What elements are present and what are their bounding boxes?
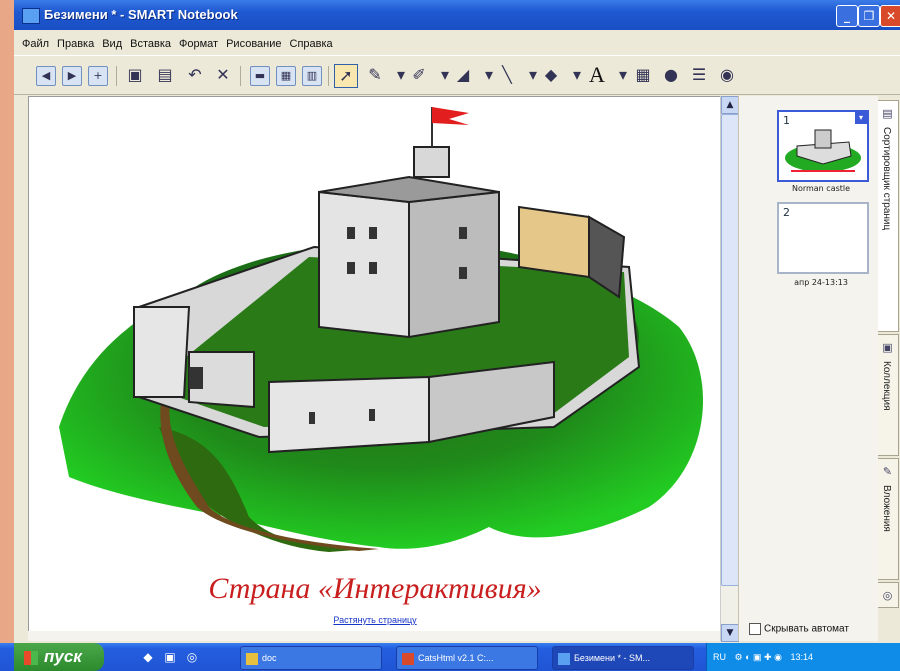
toolbar: ◀ ▶ + ▣ ▤ ↶ ✕ ▬ ▦ ▥ ➚ ✎ ▾ ✐ ▾ ◢ ▾ ╲ ▾ ◆ … [14,55,900,95]
menu-insert[interactable]: Вставка [130,38,171,50]
clock: 13:14 [790,652,813,662]
app-icon [402,652,414,665]
magic-pen-icon[interactable]: ● [660,64,682,86]
scroll-up-icon[interactable]: ▲ [721,96,739,114]
page-thumbnail-2[interactable]: 2 [777,202,869,274]
quicklaunch-icon[interactable]: ▣ [162,649,178,665]
window-title: Безимени * - SMART Notebook [44,7,238,22]
system-tray: RU ⚙ ◐ ▣ ✚ ◉ 13:14 [706,643,900,671]
menu-view[interactable]: Вид [102,38,122,50]
select-arrow-icon[interactable]: ➚ [334,64,358,88]
properties-tab-icon: ◎ [882,589,893,602]
page-thumbnail-1[interactable]: 1 ▾ [777,110,869,182]
paste-icon[interactable]: ▤ [154,64,176,86]
menu-file[interactable]: Файл [22,38,49,50]
task-button[interactable]: doc [240,646,382,670]
minimize-button[interactable]: _ [836,5,858,27]
page-canvas[interactable]: Страна «Интерактивия» Растянуть страницу [28,96,722,633]
creative-pen-icon[interactable]: ✐ [408,64,430,86]
task-button[interactable]: CatsHtml v2.1 C:... [396,646,538,670]
tray-icons[interactable]: ⚙ ◐ ▣ ✚ ◉ [735,652,782,662]
page-sorter-icon: ▤ [882,107,893,120]
autohide-checkbox[interactable]: Скрывать автомат [749,623,849,635]
undo-icon[interactable]: ↶ [184,64,206,86]
text-tool-icon[interactable]: A [586,64,608,86]
screen-capture-icon[interactable]: ▥ [302,66,322,86]
page-thumbnail-caption: Norman castle [791,184,851,193]
more-options-icon[interactable]: ◉ [716,64,738,86]
castle-thumbnail [785,129,861,172]
title-bar[interactable]: Безимени * - SMART Notebook _ ❐ ✕ [14,0,900,30]
properties-icon[interactable]: ☰ [688,64,710,86]
menu-bar: Файл Правка Вид Вставка Формат Рисование Справ… [14,32,900,54]
quicklaunch-icon[interactable]: ◆ [140,649,156,665]
back-icon[interactable]: ◀ [36,66,56,86]
screen-shade-icon[interactable]: ▬ [250,66,270,86]
tab-gallery[interactable]: ▣ Коллекция [878,334,899,456]
maximize-button[interactable]: ❐ [858,5,880,27]
menu-format[interactable]: Формат [179,38,218,50]
text-dropdown-icon[interactable]: ▾ [612,64,634,86]
add-page-icon[interactable]: + [88,66,108,86]
stretch-page-link[interactable]: Растянуть страницу [29,615,721,625]
page-sorter-panel: 1 ▾ Norman castle 2 апр 24-13:13 Скрыват… [738,96,879,641]
gallery-icon: ▣ [882,341,893,354]
scroll-thumb[interactable] [721,114,739,586]
taskbar: пуск ◆ ▣ ◎ doc CatsHtml v2.1 C:... Безим… [0,643,900,671]
start-button[interactable]: пуск [14,643,104,671]
close-button[interactable]: ✕ [880,5,900,27]
page-number: 2 [783,206,790,219]
smart-notebook-window: Безимени * - SMART Notebook _ ❐ ✕ Файл Пр… [14,0,900,643]
page-thumbnail-caption: апр 24-13:13 [794,278,848,287]
canvas-scrollbar[interactable]: ▲ ▼ [720,96,739,642]
page-caption: Страна «Интерактивия» [208,572,542,605]
quicklaunch-icon[interactable]: ◎ [184,649,200,665]
menu-edit[interactable]: Правка [57,38,94,50]
autohide-label: Скрывать автомат [764,623,849,635]
checkbox-icon[interactable] [749,623,761,635]
fullscreen-icon[interactable]: ▦ [276,66,296,86]
windows-logo-icon [24,650,38,665]
table-icon[interactable]: ▦ [632,64,654,86]
tab-properties[interactable]: ◎ [878,582,899,608]
side-tabs: ▤ Сортировщик страниц ▣ Коллекция ✎ Влож… [878,96,900,641]
tab-page-sorter[interactable]: ▤ Сортировщик страниц [878,100,899,332]
norman-castle-image [59,107,703,552]
language-indicator[interactable]: RU [713,652,726,662]
app-icon [22,8,40,24]
paperclip-icon: ✎ [882,465,893,478]
eraser-icon[interactable]: ◢ [452,64,474,86]
pen-icon[interactable]: ✎ [364,64,386,86]
scroll-down-icon[interactable]: ▼ [721,624,739,642]
horizontal-scroll-area [28,631,720,641]
save-icon[interactable]: ▣ [124,64,146,86]
menu-help[interactable]: Справка [290,38,333,50]
thumbnail-menu-icon[interactable]: ▾ [855,112,867,124]
smart-icon [558,652,570,665]
shapes-dropdown-icon[interactable]: ▾ [566,64,588,86]
forward-icon[interactable]: ▶ [62,66,82,86]
shapes-icon[interactable]: ◆ [540,64,562,86]
task-button-active[interactable]: Безимени * - SM... [552,646,694,670]
folder-icon [246,652,258,665]
menu-draw[interactable]: Рисование [226,38,281,50]
line-icon[interactable]: ╲ [496,64,518,86]
delete-icon[interactable]: ✕ [212,64,234,86]
tab-attachments[interactable]: ✎ Вложения [878,458,899,580]
